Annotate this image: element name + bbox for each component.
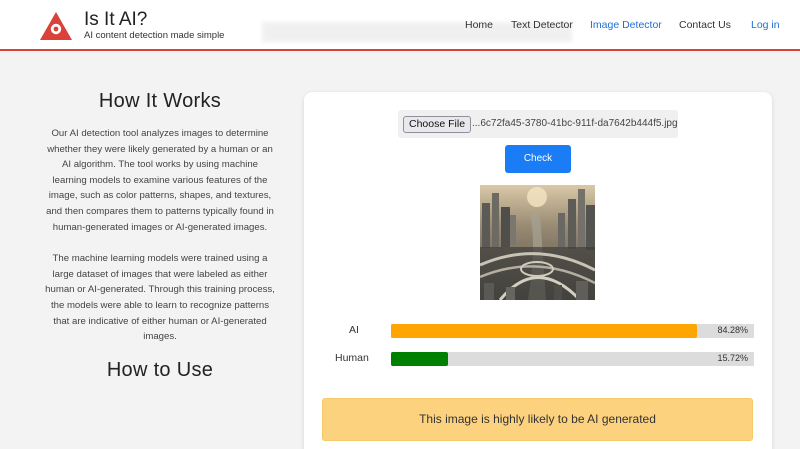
ai-progress-bar: 84.28% [391, 324, 754, 338]
uploaded-image-preview [480, 185, 595, 300]
how-to-use-title: How to Use [106, 358, 214, 381]
file-input[interactable]: Choose File ...6c72fa45-3780-41bc-911f-d… [398, 110, 678, 138]
check-button[interactable]: Check [505, 145, 571, 173]
how-it-works-paragraph-2: The machine learning models were trained… [45, 253, 275, 343]
nav-login[interactable]: Log in [751, 19, 780, 31]
human-progress-fill [391, 352, 449, 366]
how-it-works-paragraph-1: Our AI detection tool analyzes images to… [46, 128, 274, 233]
human-progress-bar: 15.72% [391, 352, 754, 366]
brand-tagline: AI content detection made simple [84, 30, 225, 41]
nav-contact-us[interactable]: Contact Us [679, 19, 731, 31]
brand-title[interactable]: Is It AI? [84, 9, 147, 31]
site-header: Is It AI? AI content detection made simp… [0, 0, 800, 51]
how-it-works-title: How It Works [98, 90, 222, 112]
nav-home[interactable]: Home [465, 19, 493, 31]
detector-card: Choose File ...6c72fa45-3780-41bc-911f-d… [304, 92, 772, 449]
ai-percent: 84.28% [717, 325, 748, 335]
ai-progress-fill [391, 324, 697, 338]
selected-file-name: ...6c72fa45-3780-41bc-911f-da7642b444f5.… [472, 118, 678, 129]
ai-label: AI [349, 324, 359, 336]
human-percent: 15.72% [717, 353, 748, 363]
nav-text-detector[interactable]: Text Detector [511, 19, 573, 31]
logo-icon[interactable] [39, 11, 73, 41]
choose-file-button[interactable]: Choose File [403, 116, 472, 133]
how-it-works-section: How It Works Our AI detection tool analy… [45, 90, 275, 382]
nav-image-detector[interactable]: Image Detector [590, 19, 662, 31]
human-label: Human [335, 352, 369, 364]
verdict-alert: This image is highly likely to be AI gen… [322, 398, 753, 441]
